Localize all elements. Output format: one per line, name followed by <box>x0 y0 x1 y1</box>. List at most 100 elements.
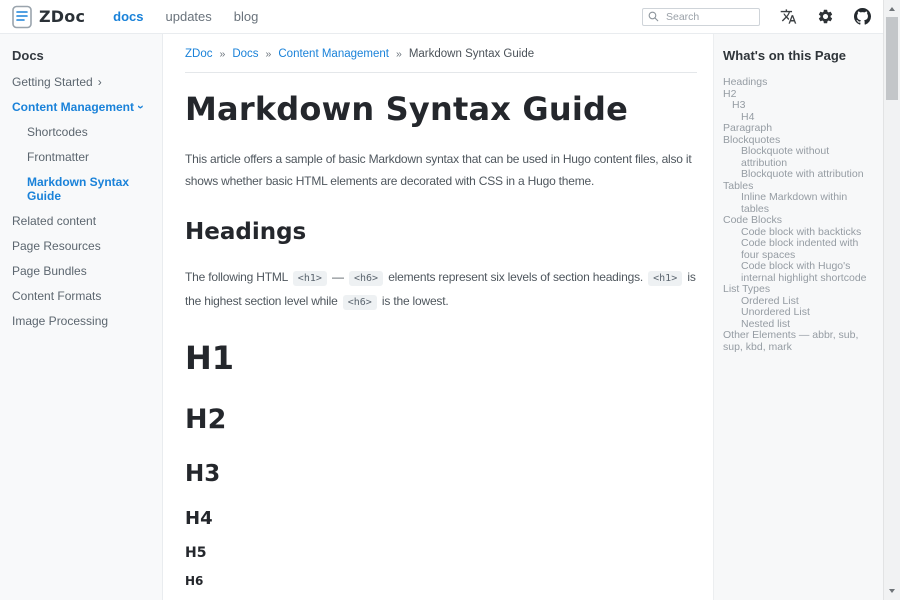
breadcrumb: ZDoc » Docs » Content Management <box>185 48 697 60</box>
scroll-down-icon[interactable] <box>884 583 900 599</box>
page-title: Markdown Syntax Guide <box>185 91 697 127</box>
window-scrollbar[interactable] <box>883 0 900 600</box>
breadcrumb-link[interactable]: Docs <box>232 48 258 60</box>
breadcrumb-item: Docs <box>232 48 258 60</box>
main-nav: docs updates blog <box>113 9 258 24</box>
sidebar-item-label: Image Processing <box>12 314 108 328</box>
paragraph-segment: <h1> <box>291 270 329 284</box>
brand[interactable]: ZDoc <box>12 5 85 29</box>
app-window: ZDoc docs updates blog <box>0 0 900 600</box>
search-icon <box>648 11 659 22</box>
breadcrumb-item: » <box>212 48 232 60</box>
sidebar-item[interactable]: Frontmatter <box>10 144 156 169</box>
inline-code: <h6> <box>349 271 383 286</box>
inline-code: <h6> <box>343 295 377 310</box>
search-box[interactable] <box>642 8 760 26</box>
toc-list: HeadingsH2H3H4ParagraphBlockquotesBlockq… <box>723 77 877 353</box>
breadcrumb-item: Markdown Syntax Guide <box>409 48 534 60</box>
paragraph-segment: <h1> <box>646 270 684 284</box>
toc-sidebar: What's on this Page HeadingsH2H3H4Paragr… <box>713 34 883 600</box>
paragraph-segment: <h6> <box>341 294 379 308</box>
breadcrumb-item: Content Management <box>278 48 389 60</box>
sidebar-item[interactable]: Markdown Syntax Guide <box>10 169 156 208</box>
search-input[interactable] <box>664 10 754 24</box>
chevron-icon: › <box>135 105 147 109</box>
toc-item[interactable]: Other Elements — abbr, sub, sup, kbd, ma… <box>723 330 877 353</box>
sidebar-item-label: Getting Started <box>12 75 93 89</box>
toc-item[interactable]: Code Blocks <box>723 215 877 227</box>
chevron-icon: › <box>98 76 102 88</box>
top-navbar: ZDoc docs updates blog <box>0 0 883 34</box>
toc-item[interactable]: Blockquote without attribution <box>723 146 877 169</box>
sidebar-nav: Getting Started › Content Management › S… <box>10 69 156 333</box>
nav-link[interactable]: blog <box>234 9 259 24</box>
content-row: Docs Getting Started › Content Managemen… <box>0 34 883 600</box>
paragraph-segment: is the lowest. <box>379 294 449 308</box>
nav-link[interactable]: updates <box>166 9 212 24</box>
toc-title: What's on this Page <box>723 48 877 63</box>
intro-paragraph: This article offers a sample of basic Ma… <box>185 148 697 192</box>
heading-sample: H6 <box>185 574 697 589</box>
text-run: The following HTML <box>185 270 291 284</box>
sidebar-item-label: Page Bundles <box>12 264 87 278</box>
sidebar-item-label: Frontmatter <box>27 150 89 164</box>
headings-paragraph: The following HTML <h1> — <h6> elements … <box>185 266 697 314</box>
sidebar-item[interactable]: Image Processing <box>10 308 156 333</box>
toc-item[interactable]: Paragraph <box>723 123 877 135</box>
toc-item[interactable]: Blockquote with attribution <box>723 169 877 181</box>
breadcrumb-link[interactable]: ZDoc <box>185 48 212 60</box>
inline-code: <h1> <box>293 271 327 286</box>
scrollbar-thumb[interactable] <box>886 17 898 100</box>
breadcrumb-separator: » <box>396 48 402 60</box>
heading-sample: H5 <box>185 545 697 562</box>
text-run: elements represent six levels of section… <box>385 270 646 284</box>
heading-sample: H3 <box>185 461 697 488</box>
sidebar-item[interactable]: Content Formats <box>10 283 156 308</box>
heading-samples: H1H2H3H4H5H6 <box>185 340 697 589</box>
translate-icon[interactable] <box>780 8 797 25</box>
toc-item[interactable]: Inline Markdown within tables <box>723 192 877 215</box>
nav-link[interactable]: docs <box>113 9 143 24</box>
paragraph-segment: The following HTML <box>185 270 291 284</box>
toc-item[interactable]: Headings <box>723 77 877 89</box>
sidebar-item[interactable]: Shortcodes <box>10 119 156 144</box>
text-run: is the lowest. <box>379 294 449 308</box>
gear-icon[interactable] <box>817 8 834 25</box>
heading-sample: H1 <box>185 340 697 376</box>
inline-code: <h1> <box>648 271 682 286</box>
sidebar-item-label: Related content <box>12 214 96 228</box>
breadcrumb-item: » <box>259 48 279 60</box>
docs-sidebar: Docs Getting Started › Content Managemen… <box>0 34 163 600</box>
text-run: — <box>329 270 347 284</box>
sidebar-item-label: Content Formats <box>12 289 101 303</box>
toc-item[interactable]: H3 <box>723 100 877 112</box>
sidebar-item[interactable]: Page Bundles <box>10 258 156 283</box>
sidebar-item-label: Page Resources <box>12 239 101 253</box>
breadcrumb-divider <box>185 72 697 73</box>
toc-item[interactable]: Unordered List <box>723 307 877 319</box>
paragraph-segment: elements represent six levels of section… <box>385 270 646 284</box>
toc-item[interactable]: Code block indented with four spaces <box>723 238 877 261</box>
breadcrumb-separator: » <box>219 48 225 60</box>
scroll-up-icon[interactable] <box>884 1 900 17</box>
breadcrumb-separator: » <box>266 48 272 60</box>
sidebar-item-label: Markdown Syntax Guide <box>27 175 156 203</box>
toc-item[interactable]: H2 <box>723 89 877 101</box>
brand-name[interactable]: ZDoc <box>39 7 85 26</box>
paragraph-segment: — <box>329 270 347 284</box>
breadcrumb-item: » <box>389 48 409 60</box>
sidebar-item[interactable]: Content Management › <box>10 94 156 119</box>
toc-item[interactable]: List Types <box>723 284 877 296</box>
article-main: ZDoc » Docs » Content Management <box>163 34 713 600</box>
paragraph-segment: <h6> <box>347 270 385 284</box>
sidebar-item[interactable]: Related content <box>10 208 156 233</box>
sidebar-item[interactable]: Getting Started › <box>10 69 156 94</box>
heading-sample: H4 <box>185 508 697 529</box>
navbar-right <box>642 8 871 26</box>
breadcrumb-link[interactable]: Content Management <box>278 48 389 60</box>
sidebar-item[interactable]: Page Resources <box>10 233 156 258</box>
breadcrumb-item: ZDoc <box>185 48 212 60</box>
github-icon[interactable] <box>854 8 871 25</box>
toc-item[interactable]: Code block with Hugo's internal highligh… <box>723 261 877 284</box>
sidebar-item-label: Shortcodes <box>27 125 88 139</box>
